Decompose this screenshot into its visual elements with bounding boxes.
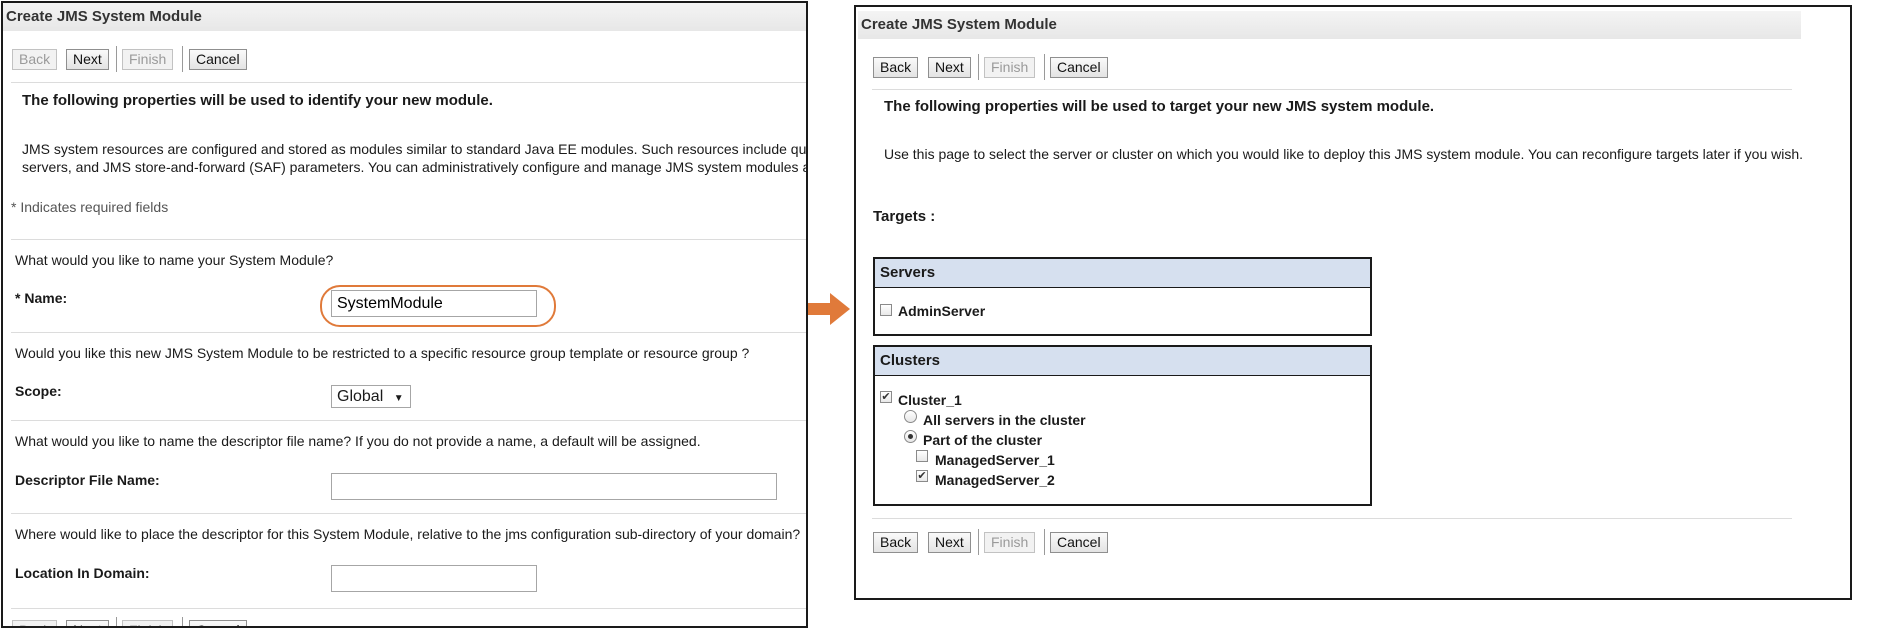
next-button-bottom[interactable]: Next bbox=[66, 620, 109, 626]
scope-label: Scope: bbox=[15, 383, 62, 399]
toolbar-separator bbox=[978, 54, 979, 80]
targets-label: Targets : bbox=[873, 208, 936, 225]
cluster-1-checkbox[interactable]: ✔ bbox=[880, 391, 892, 403]
next-button[interactable]: Next bbox=[66, 49, 109, 70]
cancel-button-bottom[interactable]: Cancel bbox=[189, 620, 247, 626]
finish-button[interactable]: Finish bbox=[984, 57, 1036, 78]
section-heading: The following properties will be used to… bbox=[22, 92, 493, 109]
required-asterisk: * bbox=[15, 290, 21, 306]
toolbar-separator bbox=[1044, 529, 1045, 555]
clusters-header: Clusters bbox=[875, 347, 1370, 376]
descriptor-label: Descriptor File Name: bbox=[15, 472, 160, 488]
back-button-bottom[interactable]: Back bbox=[873, 532, 919, 553]
toolbar-separator bbox=[182, 617, 183, 626]
scope-select[interactable]: Global ▼ bbox=[331, 385, 411, 408]
name-input[interactable] bbox=[331, 290, 537, 317]
managedserver-2-label: ManagedServer_2 bbox=[935, 472, 1055, 488]
cluster-1-label: Cluster_1 bbox=[898, 392, 962, 408]
divider bbox=[11, 239, 806, 240]
toolbar-separator bbox=[182, 46, 183, 72]
adminserver-label: AdminServer bbox=[898, 303, 986, 319]
divider bbox=[872, 518, 1792, 519]
next-button-bottom[interactable]: Next bbox=[928, 532, 971, 553]
section-heading: The following properties will be used to… bbox=[884, 98, 1435, 115]
finish-button-bottom[interactable]: Finish bbox=[122, 620, 174, 626]
left-panel-create-module: Create JMS System Module Back Next Finis… bbox=[1, 1, 808, 628]
description-line: JMS system resources are configured and … bbox=[22, 141, 808, 157]
finish-button-bottom[interactable]: Finish bbox=[984, 532, 1036, 553]
managedserver-2-checkbox[interactable]: ✔ bbox=[916, 470, 928, 482]
cancel-button-bottom[interactable]: Cancel bbox=[1050, 532, 1108, 553]
location-label: Location In Domain: bbox=[15, 565, 150, 581]
servers-header: Servers bbox=[875, 259, 1370, 288]
toolbar-separator bbox=[978, 529, 979, 555]
right-panel-target-module: Create JMS System Module Back Next Finis… bbox=[854, 5, 1852, 600]
cancel-button[interactable]: Cancel bbox=[189, 49, 247, 70]
description: Use this page to select the server or cl… bbox=[884, 146, 1804, 162]
name-question: What would you like to name your System … bbox=[15, 252, 334, 268]
cancel-button[interactable]: Cancel bbox=[1050, 57, 1108, 78]
name-label-text: Name: bbox=[24, 290, 68, 306]
part-of-cluster-label: Part of the cluster bbox=[923, 432, 1043, 448]
scope-value: Global bbox=[337, 388, 384, 405]
page-title: Create JMS System Module bbox=[3, 3, 806, 31]
required-fields-note: * Indicates required fields bbox=[11, 199, 169, 215]
toolbar-separator bbox=[116, 46, 117, 72]
chevron-down-icon: ▼ bbox=[393, 393, 404, 404]
all-servers-radio[interactable] bbox=[904, 410, 917, 423]
clusters-table: Clusters ✔ Cluster_1 All servers in the … bbox=[873, 345, 1372, 506]
divider bbox=[11, 82, 806, 83]
name-label: * Name: bbox=[15, 290, 67, 306]
toolbar-separator bbox=[1044, 54, 1045, 80]
divider bbox=[11, 608, 806, 609]
descriptor-file-input[interactable] bbox=[331, 473, 777, 500]
location-input[interactable] bbox=[331, 565, 537, 592]
page-title: Create JMS System Module bbox=[858, 11, 1801, 39]
part-of-cluster-radio[interactable] bbox=[904, 430, 917, 443]
location-question: Where would like to place the descriptor… bbox=[15, 526, 801, 542]
servers-table: Servers AdminServer bbox=[873, 257, 1372, 336]
divider bbox=[11, 420, 806, 421]
divider bbox=[872, 89, 1792, 90]
divider bbox=[11, 332, 806, 333]
right-arrow-icon bbox=[808, 293, 850, 325]
adminserver-checkbox[interactable] bbox=[880, 304, 892, 316]
all-servers-label: All servers in the cluster bbox=[923, 412, 1086, 428]
managedserver-1-checkbox[interactable] bbox=[916, 450, 928, 462]
description-line: servers, and JMS store-and-forward (SAF)… bbox=[22, 159, 808, 175]
back-button[interactable]: Back bbox=[12, 49, 58, 70]
finish-button[interactable]: Finish bbox=[122, 49, 174, 70]
back-button-bottom[interactable]: Back bbox=[12, 620, 58, 626]
back-button[interactable]: Back bbox=[873, 57, 919, 78]
toolbar-separator bbox=[116, 617, 117, 626]
scope-question: Would you like this new JMS System Modul… bbox=[15, 345, 750, 361]
managedserver-1-label: ManagedServer_1 bbox=[935, 452, 1055, 468]
divider bbox=[11, 513, 806, 514]
descriptor-question: What would you like to name the descript… bbox=[15, 433, 701, 449]
next-button[interactable]: Next bbox=[928, 57, 971, 78]
